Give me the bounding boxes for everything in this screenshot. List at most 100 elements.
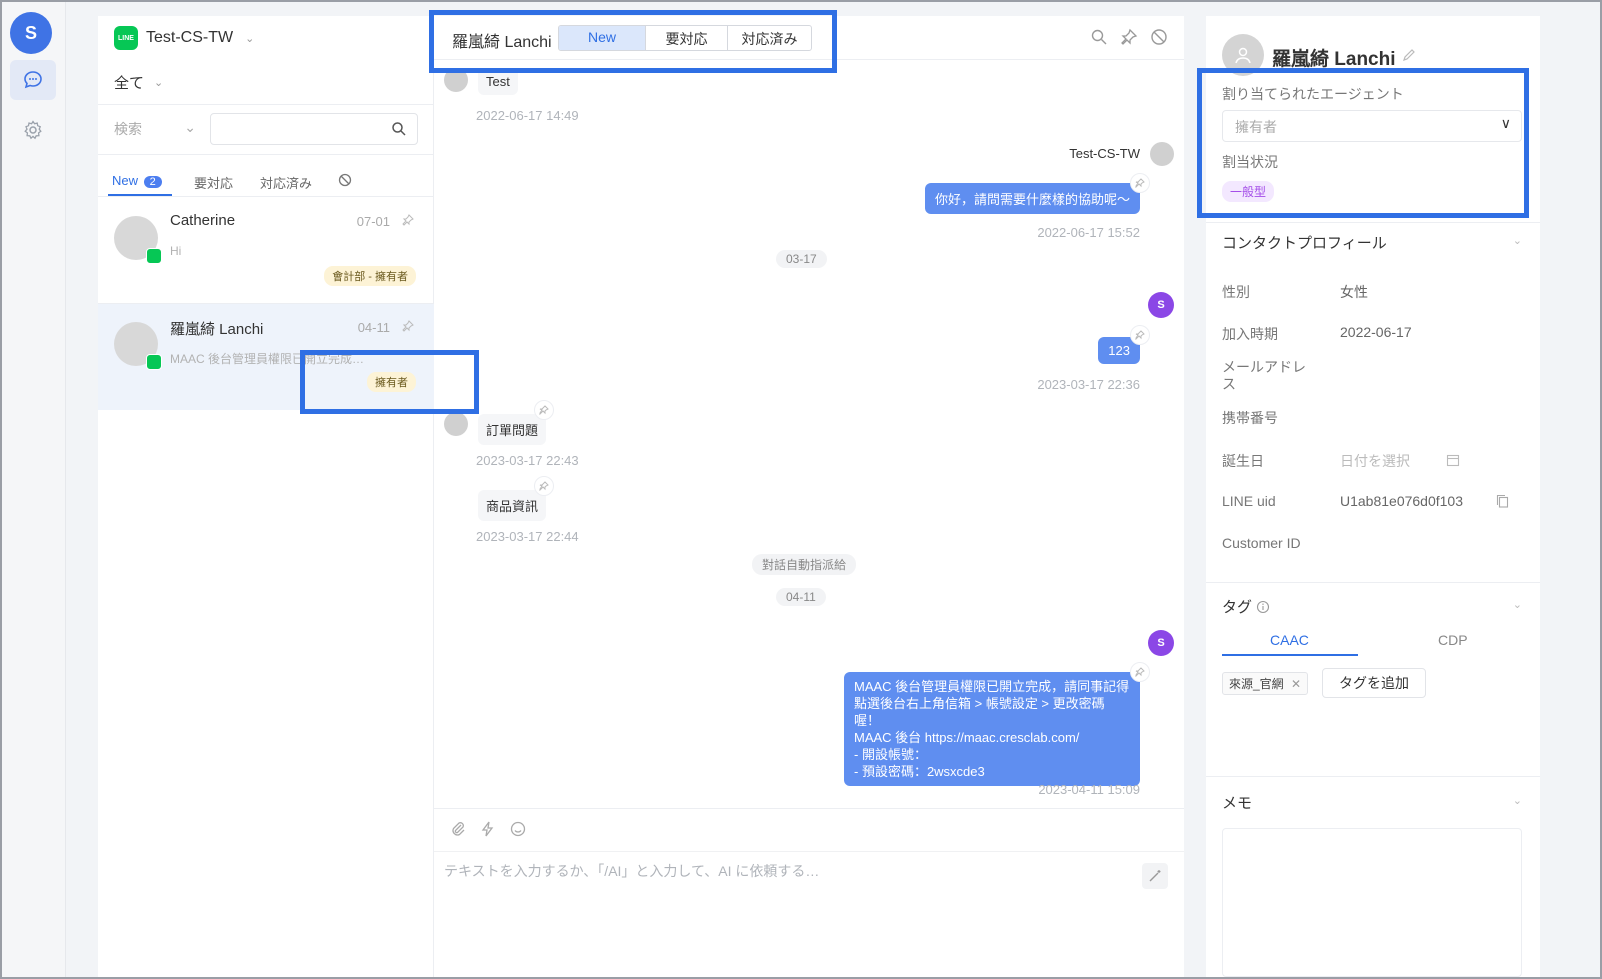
- brand-avatar: S: [1148, 292, 1174, 318]
- pin-icon[interactable]: [402, 320, 414, 332]
- avatar: [114, 322, 162, 370]
- conversation-list-panel: LINE Test-CS-TW ⌄ 全て ⌄ 検索 ⌄ New 2 要対応 対応…: [98, 16, 434, 977]
- memo-textarea[interactable]: [1222, 828, 1522, 977]
- tab-caac[interactable]: CAAC: [1270, 632, 1309, 648]
- email-label-wrap: ス: [1222, 376, 1236, 392]
- conversation-item[interactable]: Catherine 07-01 Hi 會計部 - 擁有者: [98, 198, 434, 304]
- brand-avatar: S: [1148, 630, 1174, 656]
- divider: [1206, 776, 1540, 777]
- filter-dropdown[interactable]: 全て ⌄: [114, 72, 163, 93]
- tab-needs-action[interactable]: 要対応: [194, 173, 233, 192]
- info-icon[interactable]: [1256, 600, 1270, 614]
- divider: [98, 154, 434, 155]
- chat-icon: [24, 71, 42, 89]
- message-line: - 預設密碼：2wsxcde3: [854, 764, 985, 779]
- date-divider: 04-11: [776, 588, 826, 606]
- pin-icon[interactable]: [534, 400, 554, 420]
- blocked-icon: [338, 173, 352, 187]
- customer-avatar: [444, 412, 468, 436]
- chat-panel: 羅嵐綺 Lanchi New 要対応 対応済み Test 2022-06-17 …: [434, 16, 1184, 977]
- tab-label: New: [112, 173, 139, 188]
- divider: [1206, 222, 1540, 223]
- header-actions: [1090, 28, 1168, 46]
- message-timestamp: 2023-03-17 22:44: [476, 529, 579, 544]
- nav-settings[interactable]: [10, 110, 56, 150]
- tab-new[interactable]: New 2: [112, 173, 162, 188]
- tag-source-tabs: CAAC CDP: [1222, 628, 1522, 656]
- message-timestamp: 2023-03-17 22:36: [1037, 377, 1140, 392]
- search-type-dropdown[interactable]: 検索 ⌄: [114, 119, 210, 139]
- search-icon[interactable]: [1090, 28, 1108, 46]
- date-divider: 03-17: [776, 250, 827, 268]
- close-icon[interactable]: ✕: [1291, 677, 1301, 691]
- pin-icon[interactable]: [1130, 662, 1150, 682]
- tag-chip-label: 來源_官網: [1229, 677, 1284, 691]
- tab-resolved[interactable]: 対応済み: [260, 173, 312, 192]
- contact-profile-title: コンタクトプロフィール: [1222, 235, 1387, 252]
- gender-value: 女性: [1340, 284, 1368, 300]
- message-composer: テキストを入力するか、「/AI」と入力して、AI に依頼する…: [434, 808, 1184, 977]
- nav-rail: S: [2, 2, 66, 977]
- gear-icon: [24, 120, 42, 140]
- block-icon[interactable]: [1150, 28, 1168, 46]
- copy-icon[interactable]: [1496, 494, 1509, 508]
- assignee-tag: 會計部 - 擁有者: [324, 266, 416, 286]
- message-line: - 開設帳號：: [854, 747, 927, 762]
- line-badge-icon: [146, 354, 162, 370]
- add-tag-button[interactable]: タグを追加: [1322, 668, 1426, 698]
- search-input-wrapper: [210, 113, 418, 145]
- pencil-icon[interactable]: [1402, 48, 1416, 62]
- chevron-down-icon: ⌄: [154, 77, 164, 89]
- search-icon[interactable]: [391, 121, 407, 137]
- search-input[interactable]: [211, 114, 417, 144]
- tags-title: タグ: [1222, 596, 1270, 617]
- attachment-icon[interactable]: [450, 821, 466, 837]
- joined-value: 2022-06-17: [1340, 324, 1412, 340]
- pin-icon[interactable]: [402, 214, 414, 226]
- tab-blocked[interactable]: [338, 173, 352, 190]
- count-badge: 2: [143, 176, 162, 188]
- divider: [1206, 582, 1540, 583]
- highlight-box-assignment: [1197, 68, 1529, 218]
- message-timestamp: 2022-06-17 15:52: [1037, 225, 1140, 240]
- conversation-date: 07-01: [356, 214, 390, 229]
- message-line: MAAC 後台管理員權限已開立完成，請同事記得: [854, 679, 1130, 694]
- birthday-label: 誕生日: [1222, 453, 1264, 469]
- sender-name: Test-CS-TW: [1069, 146, 1140, 161]
- line-uid-label: LINE uid: [1222, 493, 1276, 509]
- pin-icon[interactable]: [534, 476, 554, 496]
- message-line: 點選後台右上角信箱 > 帳號設定 > 更改密碼喔！: [854, 696, 1105, 728]
- birthday-date-picker[interactable]: 日付を選択: [1340, 451, 1410, 471]
- chevron-down-icon[interactable]: ⌄: [1513, 234, 1522, 247]
- composer-input[interactable]: テキストを入力するか、「/AI」と入力して、AI に依頼する…: [444, 861, 819, 881]
- conversation-tabs: New 2 要対応 対応済み: [98, 171, 434, 197]
- emoji-icon[interactable]: [510, 821, 526, 837]
- divider: [434, 851, 1184, 852]
- search-type-label: 検索: [114, 121, 142, 137]
- filter-label: 全て: [114, 75, 145, 92]
- message-timestamp: 2023-04-11 15:09: [1038, 782, 1140, 797]
- chevron-down-icon: ⌄: [184, 119, 196, 135]
- nav-chat[interactable]: [10, 60, 56, 100]
- pin-icon[interactable]: [1130, 173, 1150, 193]
- line-uid-value: U1ab81e076d0f103: [1340, 493, 1464, 509]
- message-bubble: 訂單問題: [478, 414, 547, 445]
- joined-label: 加入時期: [1222, 326, 1278, 342]
- message-timestamp: 2022-06-17 14:49: [476, 108, 579, 123]
- memo-title: メモ: [1222, 795, 1253, 812]
- divider: [98, 104, 434, 105]
- chevron-down-icon[interactable]: ⌄: [1513, 598, 1522, 611]
- chevron-down-icon[interactable]: ⌄: [1513, 794, 1522, 807]
- tab-cdp[interactable]: CDP: [1438, 632, 1468, 648]
- chevron-down-icon: ⌄: [245, 32, 255, 45]
- message-link[interactable]: https://maac.cresclab.com/: [925, 730, 1080, 745]
- app-logo[interactable]: S: [10, 12, 52, 54]
- pin-icon[interactable]: [1120, 28, 1138, 46]
- gender-label: 性別: [1222, 284, 1250, 300]
- pin-icon[interactable]: [1130, 325, 1150, 345]
- channel-selector[interactable]: LINE Test-CS-TW ⌄: [114, 26, 254, 50]
- calendar-icon[interactable]: [1446, 453, 1460, 467]
- lightning-icon[interactable]: [480, 821, 496, 837]
- contact-name: 羅嵐綺 Lanchi: [1272, 49, 1396, 70]
- ai-wand-button[interactable]: [1142, 863, 1168, 889]
